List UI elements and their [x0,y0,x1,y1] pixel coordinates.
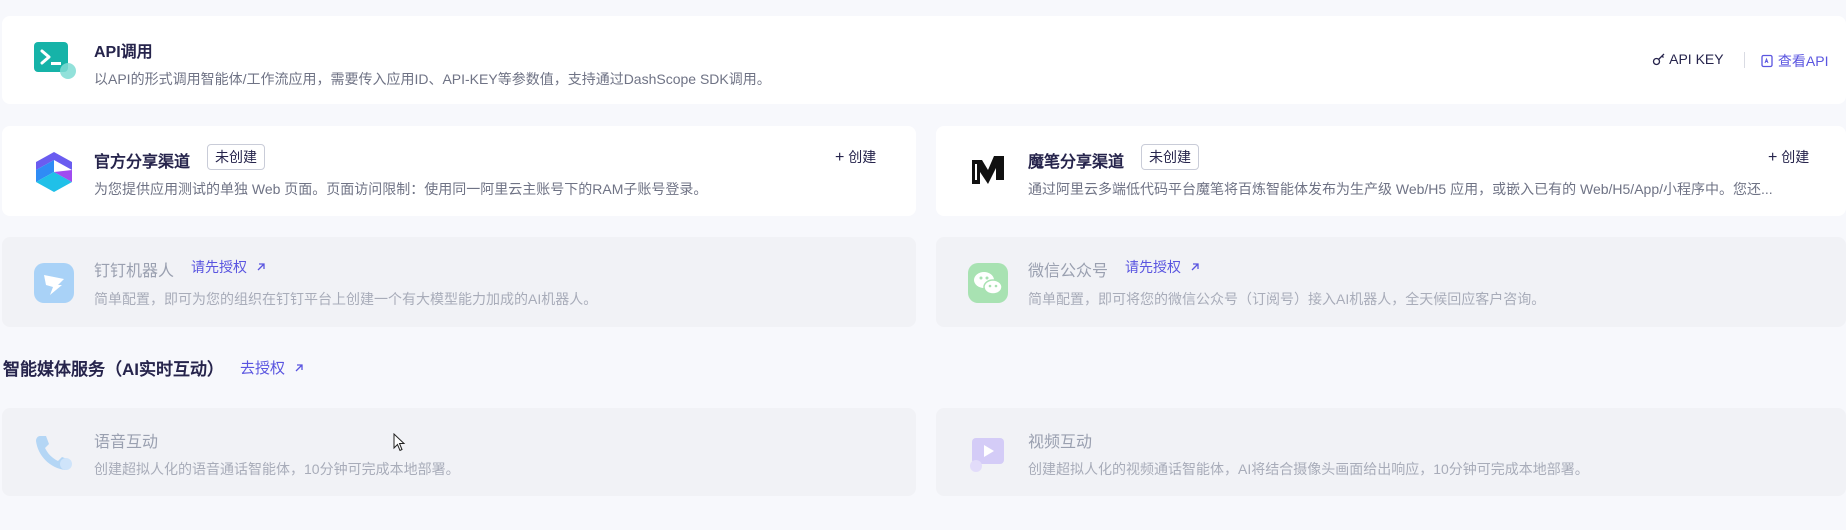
external-link-icon [1185,259,1201,275]
wechat-card: 微信公众号 请先授权 简单配置，即可将您的微信公众号（订阅号）接入AI机器人，全… [936,237,1846,327]
wechat-auth-label: 请先授权 [1125,259,1181,275]
api-title: API调用 [94,44,153,61]
dingtalk-card: 钉钉机器人 请先授权 简单配置，即可为您的组织在钉钉平台上创建一个有大模型能力加… [2,237,916,327]
video-title: 视频互动 [1028,434,1093,451]
dingtalk-auth-label: 请先授权 [191,259,247,275]
mobi-channel-card: 魔笔分享渠道 未创建 + 创建 通过阿里云多端低代码平台魔笔将百炼智能体发布为生… [936,126,1846,216]
wechat-icon [966,261,1010,305]
view-api-link[interactable]: 查看API [1760,51,1828,71]
phone-icon [32,430,76,474]
video-icon [966,430,1010,474]
api-doc-icon [1760,53,1778,69]
mobi-channel-title: 魔笔分享渠道 [1028,154,1125,171]
video-card: 视频互动 创建超拟人化的视频通话智能体，AI将结合摄像头画面给出响应，10分钟可… [936,408,1846,496]
wechat-desc: 简单配置，即可将您的微信公众号（订阅号）接入AI机器人，全天候回应客户咨询。 [1028,291,1546,307]
media-auth-label: 去授权 [240,360,286,377]
mouse-cursor-icon [393,432,407,458]
terminal-icon [32,38,76,82]
video-desc: 创建超拟人化的视频通话智能体，AI将结合摄像头画面给出响应，10分钟可完成本地部… [1028,461,1589,477]
api-key-button[interactable]: API KEY [1652,51,1724,67]
mobi-channel-create-button[interactable]: + 创建 [1768,147,1809,167]
media-auth-link[interactable]: 去授权 [240,357,305,378]
mobi-channel-status-badge: 未创建 [1141,144,1199,170]
external-link-icon [289,360,305,377]
mobi-channel-desc: 通过阿里云多端低代码平台魔笔将百炼智能体发布为生产级 Web/H5 应用，或嵌入… [1028,181,1773,197]
dingtalk-auth-link[interactable]: 请先授权 [191,257,267,277]
official-channel-card: 官方分享渠道 未创建 + 创建 为您提供应用测试的单独 Web 页面。页面访问限… [2,126,916,216]
view-api-label: 查看API [1777,53,1829,69]
dingtalk-icon [32,261,76,305]
api-key-label: API KEY [1669,51,1724,67]
media-section-title: 智能媒体服务（AI实时互动） [3,360,224,379]
official-channel-title: 官方分享渠道 [94,154,191,171]
voice-desc: 创建超拟人化的语音通话智能体，10分钟可完成本地部署。 [94,461,460,477]
create-label: 创建 [1781,149,1810,165]
dingtalk-desc: 简单配置，即可为您的组织在钉钉平台上创建一个有大模型能力加成的AI机器人。 [94,291,598,307]
official-channel-desc: 为您提供应用测试的单独 Web 页面。页面访问限制：使用同一阿里云主账号下的RA… [94,181,708,197]
official-channel-status-badge: 未创建 [207,144,265,170]
plus-icon: + [1768,149,1778,166]
plus-icon: + [835,149,845,166]
dingtalk-title: 钉钉机器人 [94,263,175,280]
wechat-auth-link[interactable]: 请先授权 [1125,257,1201,277]
voice-title: 语音互动 [94,434,159,451]
official-logo-icon [32,150,76,194]
voice-card: 语音互动 创建超拟人化的语音通话智能体，10分钟可完成本地部署。 [2,408,916,496]
external-link-icon [251,259,267,275]
divider [1744,52,1745,68]
api-card: API调用 以API的形式调用智能体/工作流应用，需要传入应用ID、API-KE… [2,16,1846,104]
create-label: 创建 [848,149,877,165]
mobi-logo-icon [966,150,1010,194]
api-desc: 以API的形式调用智能体/工作流应用，需要传入应用ID、API-KEY等参数值，… [94,71,771,87]
wechat-title: 微信公众号 [1028,263,1109,280]
key-icon [1652,51,1669,67]
official-channel-create-button[interactable]: + 创建 [835,147,876,167]
